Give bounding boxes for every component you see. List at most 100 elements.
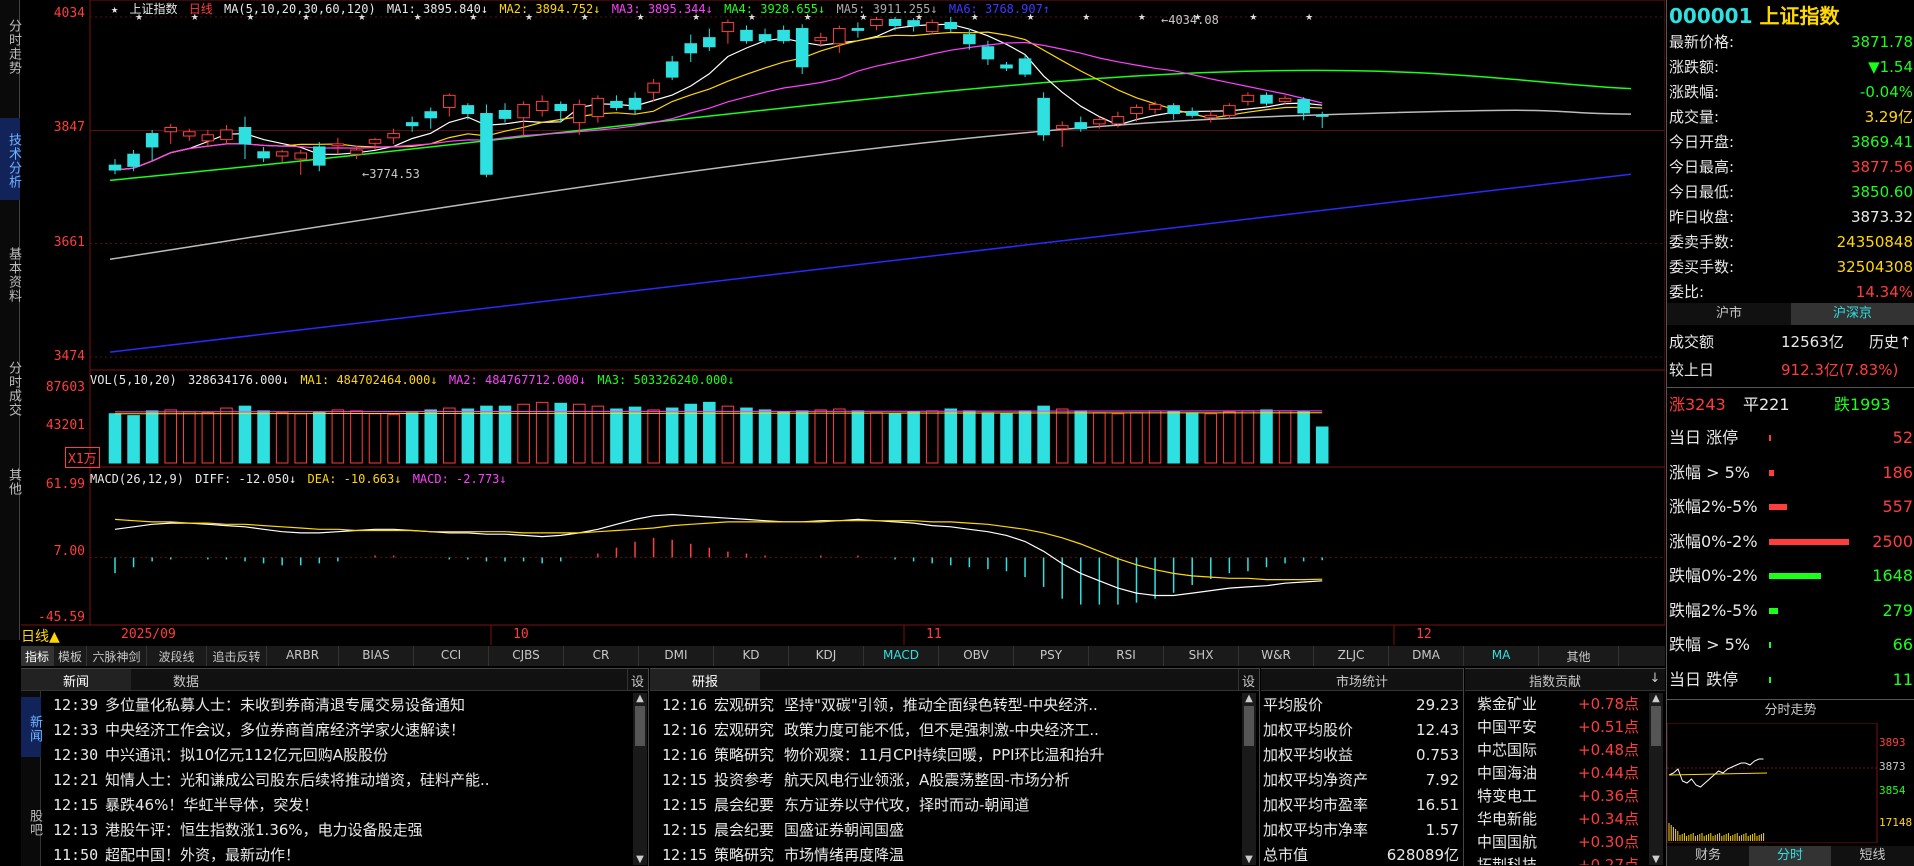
- tab-dmi[interactable]: DMI: [639, 646, 714, 666]
- news-scrollbar[interactable]: ▲ ▼: [633, 693, 647, 865]
- candle-body: [963, 34, 976, 45]
- tab-short-term[interactable]: 短线: [1831, 846, 1914, 866]
- contrib-row[interactable]: 中国国航 +0.30点: [1477, 831, 1639, 854]
- research-scrollbar[interactable]: ▲ ▼: [1242, 693, 1256, 865]
- research-item[interactable]: 12:16 宏观研究 政策力度可能不低，但不是强刺激-中央经济工..: [662, 718, 1242, 743]
- news-item[interactable]: 12:30 中兴通讯：拟10亿元112亿元回购A股股份: [53, 743, 623, 768]
- research-panel-header: 研报 设: [650, 669, 1259, 691]
- tab-finance[interactable]: 财务: [1667, 846, 1749, 866]
- research-item[interactable]: 12:15 投资参考 航天风电行业领涨，A股震荡整固-市场分析: [662, 768, 1242, 793]
- contrib-row[interactable]: 中国平安 +0.51点: [1477, 716, 1639, 739]
- contrib-row[interactable]: 特变电工 +0.36点: [1477, 785, 1639, 808]
- contrib-row[interactable]: 拓荆科技 +0.27点: [1477, 854, 1639, 865]
- scroll-down-icon[interactable]: ▼: [633, 854, 647, 865]
- tab-psy[interactable]: PSY: [1014, 646, 1089, 666]
- candle-body: [1260, 94, 1273, 104]
- research-item[interactable]: 12:16 策略研究 物价观察：11月CPI持续回暖，PPI环比温和抬升: [662, 743, 1242, 768]
- vol-value: 328634176.000↓: [187, 373, 290, 387]
- kline-chart-area[interactable]: ★ ★ ★ ★ ★ ★ ★ ★ ★ ★ ★ ★ ★ ★ ★ ★ ★ ★ ★ ★ ★ ★ ★ 上证指数 日线 MA(5,10…: [21, 0, 1665, 645]
- tab-kd[interactable]: KD: [714, 646, 789, 666]
- side-tab-news[interactable]: 新闻: [21, 697, 42, 757]
- tab-liumai[interactable]: 六脉神剑: [87, 646, 147, 666]
- history-link[interactable]: 历史↑: [1869, 330, 1912, 355]
- tab-reversal[interactable]: 追击反转: [207, 646, 267, 666]
- volume-bar: [1260, 409, 1273, 464]
- mini-intraday-chart[interactable]: [1667, 723, 1914, 843]
- news-settings-button[interactable]: 设: [627, 669, 647, 690]
- period-toggle[interactable]: 日线▲: [21, 626, 60, 646]
- tab-rsi[interactable]: RSI: [1089, 646, 1164, 666]
- scroll-thumb[interactable]: [1651, 706, 1661, 746]
- signal-star-icon: ★: [1249, 13, 1257, 23]
- vol-ma1: MA1: 484702464.000↓: [300, 373, 438, 387]
- turnover-row: 成交额 12563亿 历史↑: [1669, 330, 1913, 355]
- prev-row: 较上日 912.3亿(7.83%): [1669, 358, 1913, 383]
- news-time: 11:50: [53, 846, 99, 864]
- contrib-scrollbar[interactable]: ▲ ▼: [1649, 693, 1663, 865]
- scroll-up-icon[interactable]: ▲: [1242, 693, 1256, 704]
- tab-indicator[interactable]: 指标: [21, 646, 54, 666]
- index-contribution-panel: 指数贡献 ↓ 紫金矿业 +0.78点 中国平安 +0.51点 中芯国际 +0.48点 …: [1465, 668, 1665, 866]
- research-settings-button[interactable]: 设: [1238, 669, 1258, 690]
- scroll-down-icon[interactable]: ▼: [1649, 854, 1663, 865]
- distribution-label: 跌幅 > 5%: [1669, 635, 1750, 654]
- scroll-up-icon[interactable]: ▲: [1649, 693, 1663, 704]
- research-item[interactable]: 12:15 策略研究 市场情绪再度降温: [662, 843, 1242, 866]
- contrib-row[interactable]: 中芯国际 +0.48点: [1477, 739, 1639, 762]
- side-tab-forum[interactable]: 股吧: [21, 791, 42, 851]
- tab-kdj[interactable]: KDJ: [789, 646, 864, 666]
- low-annotation: ←3774.53: [362, 167, 420, 181]
- tab-shx[interactable]: SHX: [1164, 646, 1239, 666]
- news-item[interactable]: 12:33 中央经济工作会议，多位券商首席经济学家火速解读！: [53, 718, 623, 743]
- tab-template[interactable]: 模板: [54, 646, 87, 666]
- candle-body: [628, 97, 642, 110]
- news-item[interactable]: 12:39 多位量化私募人士：未收到券商清退专属交易设备通知: [53, 693, 623, 718]
- contrib-row[interactable]: 中国海油 +0.44点: [1477, 762, 1639, 785]
- candle-body: [1055, 125, 1069, 130]
- tab-dma[interactable]: DMA: [1389, 646, 1464, 666]
- research-item[interactable]: 12:15 晨会纪要 东方证券以守代攻，择时而动-朝闻道: [662, 793, 1242, 818]
- research-item[interactable]: 12:16 宏观研究 坚持"双碳"引领，推动全面绿色转型-中央经济..: [662, 693, 1242, 718]
- flat-count: 平221: [1743, 395, 1790, 414]
- news-item[interactable]: 11:50 超配中国！外资，最新动作！: [53, 843, 623, 866]
- contrib-row[interactable]: 紫金矿业 +0.78点: [1477, 693, 1639, 716]
- research-title: 东方证券以守代攻，择时而动-朝闻道: [784, 796, 1030, 814]
- tab-wave[interactable]: 波段线: [147, 646, 207, 666]
- tab-wr[interactable]: W&R: [1239, 646, 1314, 666]
- contrib-value: +0.48点: [1578, 741, 1639, 759]
- contrib-row[interactable]: 华电新能 +0.34点: [1477, 808, 1639, 831]
- tab-cci[interactable]: CCI: [414, 646, 489, 666]
- scroll-thumb[interactable]: [1244, 706, 1254, 746]
- tab-macd[interactable]: MACD: [864, 646, 939, 666]
- news-item[interactable]: 12:15 暴跌46%！华虹半导体，突发！: [53, 793, 623, 818]
- candle-body: [1130, 106, 1143, 115]
- research-time: 12:16: [662, 721, 708, 739]
- tab-intraday[interactable]: 分时: [1749, 846, 1831, 866]
- favorite-star-icon[interactable]: ★: [111, 2, 118, 16]
- scroll-up-icon[interactable]: ▲: [633, 693, 647, 704]
- scroll-thumb[interactable]: [635, 706, 645, 746]
- quote-value: 14.34%: [1855, 283, 1913, 301]
- ma4-line: [109, 69, 1632, 182]
- tab-research[interactable]: 研报: [650, 669, 760, 690]
- contrib-value: +0.51点: [1578, 718, 1639, 736]
- tab-obv[interactable]: OBV: [939, 646, 1014, 666]
- tab-sh-market[interactable]: 沪市: [1667, 303, 1791, 325]
- sort-arrow-icon[interactable]: ↓: [1645, 669, 1665, 690]
- tab-cjbs[interactable]: CJBS: [489, 646, 564, 666]
- tab-sh-sz-bj[interactable]: 沪深京: [1791, 303, 1914, 325]
- tab-cr[interactable]: CR: [564, 646, 639, 666]
- tab-zljc[interactable]: ZLJC: [1314, 646, 1389, 666]
- distribution-label: 涨幅0%-2%: [1669, 531, 1758, 551]
- news-item[interactable]: 12:21 知情人士：光和谦成公司股东后续将推动增资，硅料产能..: [53, 768, 623, 793]
- tab-bias[interactable]: BIAS: [339, 646, 414, 666]
- scroll-down-icon[interactable]: ▼: [1242, 854, 1256, 865]
- tab-arbr[interactable]: ARBR: [267, 646, 339, 666]
- volume-bar: [591, 405, 605, 464]
- tab-news[interactable]: 新闻: [21, 669, 131, 690]
- tab-other-indicators[interactable]: 其他: [1539, 646, 1619, 666]
- tab-data[interactable]: 数据: [131, 669, 241, 690]
- tab-ma[interactable]: MA: [1464, 646, 1539, 666]
- research-item[interactable]: 12:15 晨会纪要 国盛证券朝闻国盛: [662, 818, 1242, 843]
- news-item[interactable]: 12:13 港股午评：恒生指数涨1.36%，电力设备股走强: [53, 818, 623, 843]
